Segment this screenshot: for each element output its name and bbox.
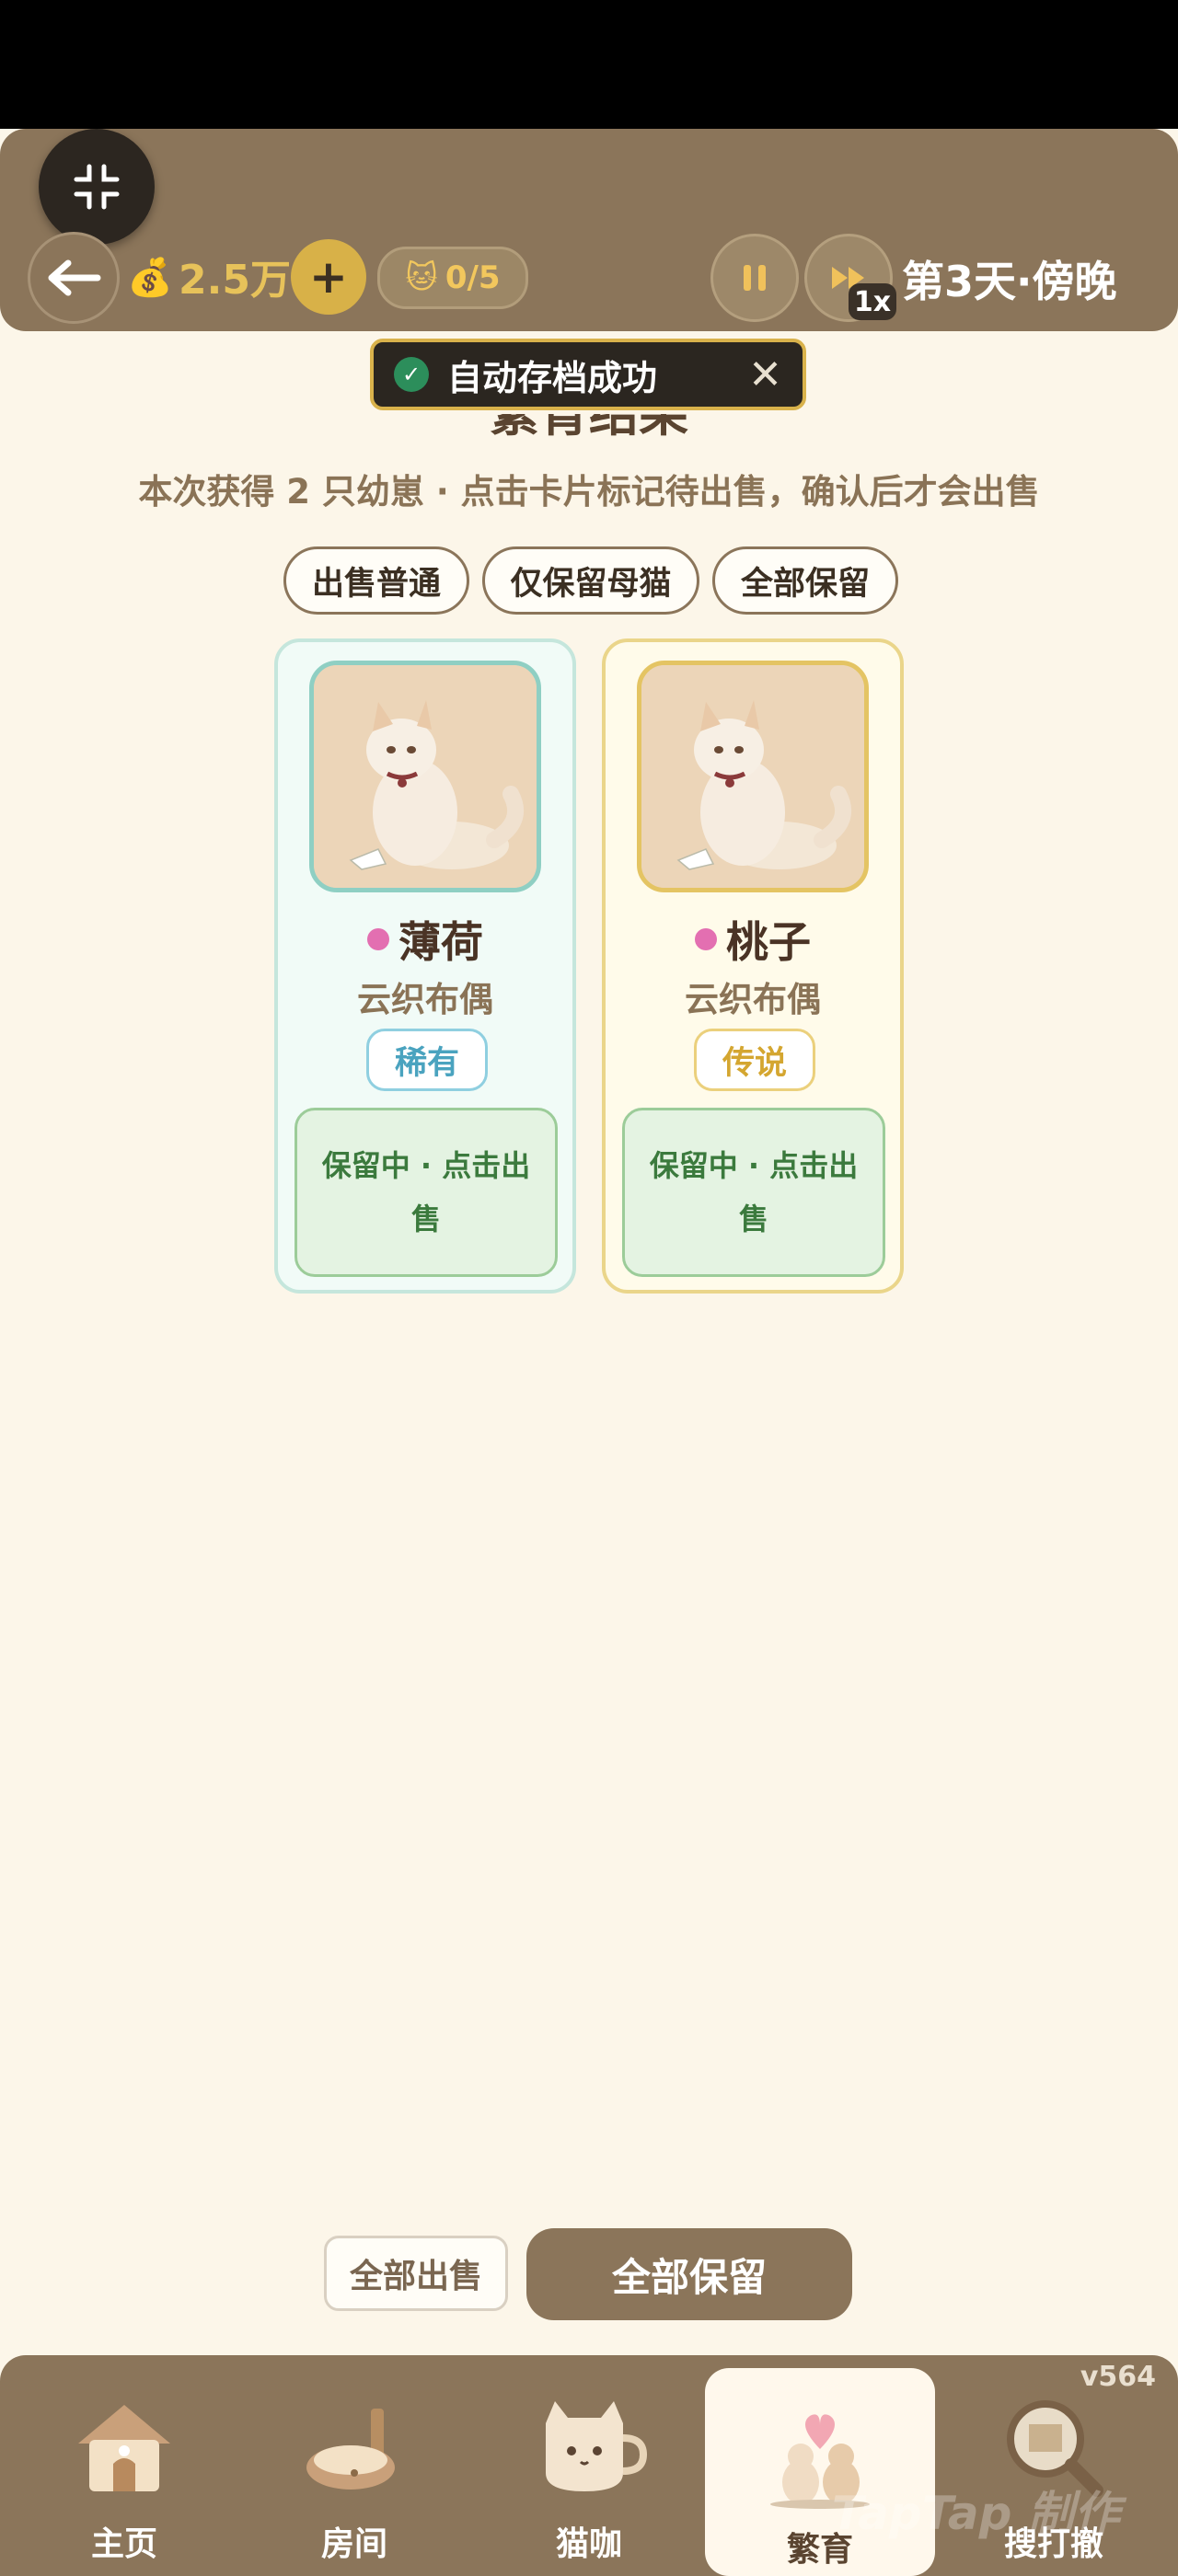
day-time-label: 第3天·傍晚	[902, 257, 1117, 306]
keep-all-filter-button[interactable]: 全部保留	[712, 546, 898, 615]
cat-count-text: 0/5	[445, 259, 501, 296]
sell-all-button[interactable]: 全部出售	[324, 2236, 508, 2311]
nav-item-cafe[interactable]: 猫咖	[474, 2355, 704, 2576]
cat-portrait	[309, 661, 541, 892]
content-area	[0, 331, 1178, 2355]
add-money-button[interactable]: +	[291, 239, 366, 315]
filter-buttons: 出售普通 仅保留母猫 全部保留	[283, 546, 898, 615]
collapse-icon	[74, 164, 120, 210]
rarity-badge: 稀有	[366, 1029, 488, 1091]
pause-button[interactable]	[710, 234, 799, 322]
status-bar	[0, 0, 1178, 129]
back-button[interactable]	[28, 232, 120, 324]
speed-badge: 1x	[849, 283, 896, 320]
cat-cup-icon	[546, 2401, 648, 2491]
female-dot-icon	[367, 928, 389, 950]
nav-item-home[interactable]: 主页	[9, 2355, 239, 2576]
kitten-name: 桃子	[726, 917, 811, 967]
version-label: v564	[1080, 2361, 1156, 2393]
name-row: 薄荷	[278, 909, 572, 970]
close-icon[interactable]: ✕	[748, 351, 782, 398]
female-dot-icon	[695, 928, 717, 950]
nav-label: 房间	[320, 2525, 387, 2563]
keep-all-button[interactable]: 全部保留	[526, 2228, 852, 2320]
nav-label: 猫咖	[555, 2525, 622, 2563]
kitten-card[interactable]: 桃子 云织布偶 传说 保留中 · 点击出售	[602, 638, 904, 1294]
nav-item-breeding[interactable]: 繁育	[705, 2368, 935, 2576]
check-icon: ✓	[394, 357, 429, 392]
kitten-card[interactable]: 薄荷 云织布偶 稀有 保留中 · 点击出售	[274, 638, 576, 1294]
kitten-name: 薄荷	[398, 917, 483, 967]
toast-message: 自动存档成功	[447, 357, 658, 398]
keep-female-only-button[interactable]: 仅保留母猫	[482, 546, 699, 615]
ragdoll-cat-image	[314, 665, 537, 888]
rarity-badge: 传说	[694, 1029, 815, 1091]
cat-face-icon: 🐱	[405, 259, 438, 296]
toggle-sell-button[interactable]: 保留中 · 点击出售	[622, 1108, 885, 1277]
exit-fullscreen-button[interactable]	[39, 129, 155, 245]
cat-capacity-badge: 🐱 0/5	[377, 247, 528, 309]
cat-bed-icon	[306, 2409, 395, 2490]
arrow-left-icon	[48, 259, 101, 296]
ragdoll-cat-image	[641, 665, 864, 888]
toggle-sell-button[interactable]: 保留中 · 点击出售	[294, 1108, 558, 1277]
pause-icon	[744, 265, 766, 291]
nav-label: 主页	[90, 2525, 157, 2563]
name-row: 桃子	[606, 909, 900, 970]
plus-icon: +	[309, 250, 348, 304]
house-icon	[78, 2405, 170, 2491]
cat-portrait	[637, 661, 869, 892]
breed-label: 云织布偶	[357, 980, 493, 1019]
sell-common-button[interactable]: 出售普通	[283, 546, 469, 615]
bottom-nav: 主页 房间 猫咖 繁育 搜打撤	[0, 2355, 1178, 2576]
breed-label: 云织布偶	[685, 980, 821, 1019]
save-toast: ✓ 自动存档成功 ✕	[370, 339, 806, 410]
taptap-watermark: TapTap 制作	[832, 2487, 1120, 2540]
money-bag-icon: 💰	[127, 257, 173, 299]
breeding-subtitle: 本次获得 2 只幼崽 · 点击卡片标记待出售，确认后才会出售	[138, 472, 1040, 512]
money-amount: 2.5万	[179, 257, 291, 304]
nav-item-room[interactable]: 房间	[239, 2355, 469, 2576]
